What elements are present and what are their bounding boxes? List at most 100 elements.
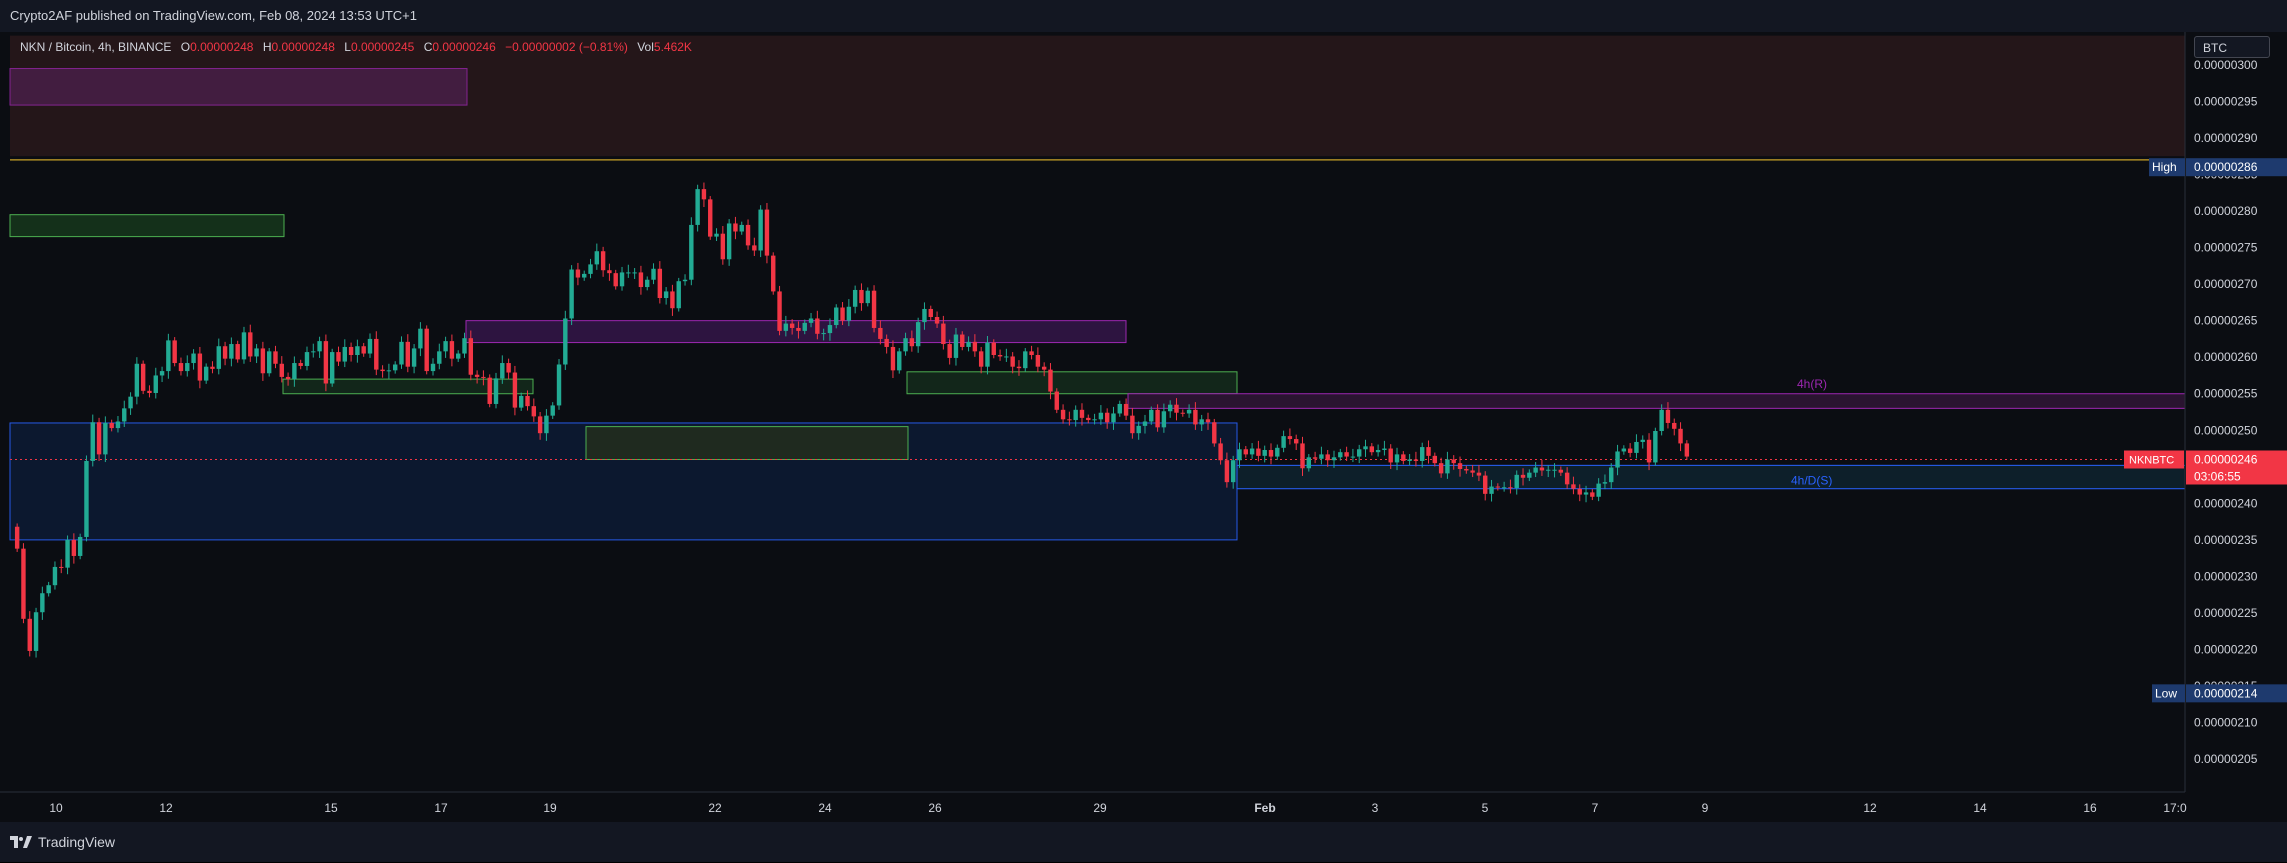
candlestick-chart[interactable]: 0.000003000.000002950.000002900.00000285… — [0, 32, 2287, 822]
candle-body — [266, 351, 272, 374]
candle-body — [1218, 443, 1223, 461]
candle-body — [796, 327, 801, 331]
tradingview-logo[interactable]: TradingView — [10, 822, 115, 862]
candle-body — [1476, 472, 1482, 476]
candle-body — [752, 245, 757, 251]
candle-body — [840, 307, 845, 321]
candle-body — [185, 363, 190, 372]
low-value: 0.00000245 — [350, 40, 415, 54]
x-tick-label: 26 — [928, 801, 942, 815]
candle-body — [355, 346, 360, 355]
candle-body — [260, 348, 266, 374]
candle-body — [663, 291, 669, 298]
candle-body — [1665, 409, 1671, 423]
time-axis-bg — [0, 792, 2287, 822]
candle-body — [1634, 441, 1639, 453]
candle-body — [720, 233, 726, 260]
x-tick-label: 7 — [1592, 801, 1599, 815]
candle-body — [758, 209, 763, 251]
candle-body — [1262, 450, 1267, 456]
candle-body — [613, 273, 618, 287]
candle-body — [852, 289, 858, 307]
candle-body — [909, 338, 915, 347]
publisher-bar: Crypto2AF published on TradingView.com, … — [0, 0, 2287, 32]
candle-body — [846, 306, 852, 321]
candle-body — [1426, 447, 1431, 456]
candle-body — [317, 341, 322, 352]
candle-body — [1350, 456, 1356, 458]
candle-body — [1029, 351, 1034, 355]
candle-body — [1420, 447, 1425, 461]
candle-body — [386, 370, 392, 372]
candle-body — [380, 369, 385, 372]
candle-body — [1306, 457, 1312, 469]
candle-body — [292, 363, 297, 380]
candle-body — [1300, 443, 1305, 469]
high-price-tag: 0.00000286 — [2194, 160, 2258, 174]
candle-body — [455, 353, 461, 359]
x-tick-label: 24 — [818, 801, 832, 815]
candle-body — [424, 328, 429, 372]
candle-body — [229, 344, 234, 359]
candle-body — [1092, 419, 1097, 421]
candle-body — [1023, 351, 1028, 369]
candle-body — [1319, 454, 1324, 459]
candle-body — [670, 291, 675, 309]
candle-body — [1041, 366, 1047, 370]
candle-body — [1489, 486, 1494, 494]
candle-body — [222, 346, 228, 359]
open-value: 0.00000248 — [190, 40, 254, 54]
candle-body — [645, 279, 650, 288]
candle-body — [682, 279, 688, 282]
y-tick-label: 0.00000225 — [2194, 606, 2258, 620]
candle-body — [1325, 454, 1330, 461]
currency-unit-button[interactable]: BTC — [2194, 36, 2270, 58]
candle-body — [1501, 487, 1507, 489]
candle-body — [210, 366, 215, 369]
candle-body — [972, 341, 978, 352]
x-tick-label: 10 — [49, 801, 63, 815]
x-tick-label: 22 — [708, 801, 722, 815]
candle-body — [1457, 463, 1463, 469]
resistance-zone-4h — [1127, 393, 2186, 409]
candle-body — [33, 612, 39, 651]
candle-body — [556, 364, 562, 406]
candle-body — [96, 422, 102, 455]
y-tick-label: 0.00000230 — [2194, 569, 2258, 583]
candle-body — [147, 390, 152, 393]
published-text: Crypto2AF published on TradingView.com, … — [10, 8, 417, 23]
candle-body — [1155, 409, 1160, 428]
y-tick-label: 0.00000255 — [2194, 387, 2258, 401]
candle-body — [392, 364, 398, 371]
candle-body — [235, 344, 240, 360]
chart-area[interactable]: 0.000003000.000002950.000002900.00000285… — [0, 32, 2287, 822]
y-tick-label: 0.00000290 — [2194, 131, 2258, 145]
candle-body — [588, 264, 593, 274]
candle-body — [1287, 436, 1293, 440]
candle-body — [506, 363, 511, 373]
candle-body — [399, 341, 404, 365]
candle-body — [865, 290, 870, 304]
x-tick-label: 17:0 — [2163, 801, 2187, 815]
candle-body — [1514, 474, 1519, 488]
candle-body — [1035, 355, 1041, 367]
low-price-tag: 0.00000214 — [2194, 686, 2258, 700]
candle-body — [1520, 474, 1526, 478]
candle-body — [1331, 457, 1337, 461]
candle-body — [134, 363, 140, 397]
candle-body — [1445, 459, 1450, 474]
close-value: 0.00000246 — [432, 40, 496, 54]
candle-body — [1268, 450, 1274, 457]
candle-body — [1495, 486, 1501, 488]
candle-body — [361, 346, 366, 354]
candle-body — [449, 341, 455, 359]
candle-body — [1508, 487, 1513, 489]
candles-layer — [14, 182, 1690, 658]
candle-body — [462, 338, 467, 354]
candle-body — [821, 333, 826, 335]
candle-body — [537, 416, 543, 434]
candle-body — [1054, 391, 1059, 410]
candle-body — [1470, 470, 1475, 473]
candle-body — [1590, 492, 1595, 497]
candle-body — [890, 346, 896, 371]
